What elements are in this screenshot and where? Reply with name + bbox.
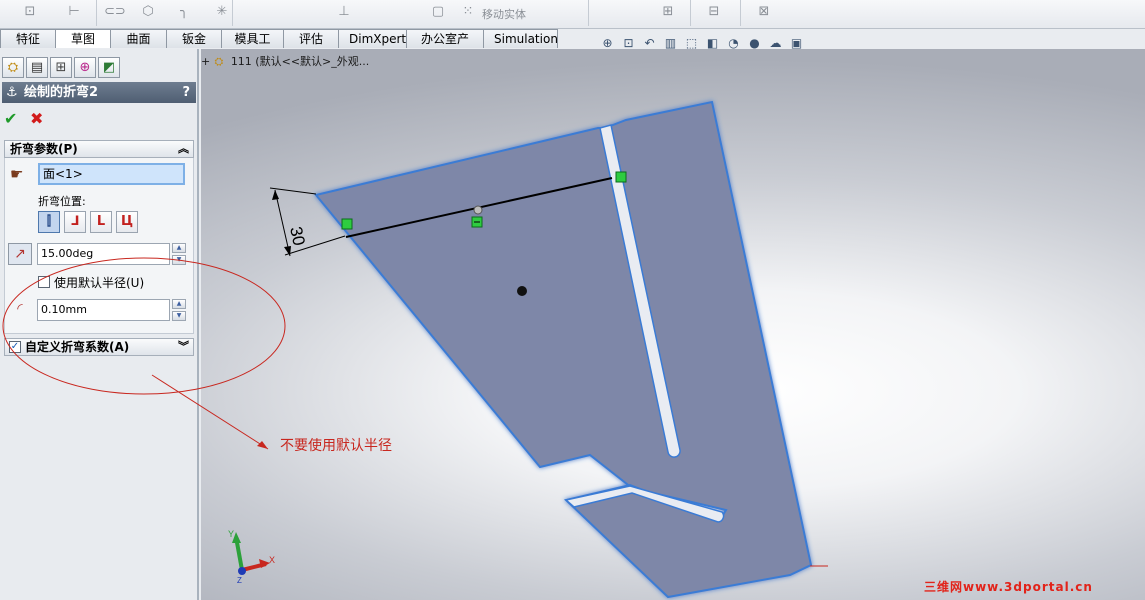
bend-line-endpoint[interactable] bbox=[615, 171, 627, 183]
midpoint-handle[interactable] bbox=[473, 205, 483, 215]
dim-arrow bbox=[272, 190, 279, 200]
reference-triad: Y X Z bbox=[228, 529, 275, 585]
extension-line bbox=[269, 187, 317, 195]
annotation-ellipse bbox=[2, 257, 286, 395]
z-axis-label: Z bbox=[237, 576, 242, 585]
bend-line-endpoint[interactable] bbox=[341, 218, 353, 230]
annotation-note: 不要使用默认半径 bbox=[280, 438, 392, 454]
watermark: 三维网www.3dportal.cn bbox=[924, 580, 1093, 594]
dimension-line bbox=[274, 189, 291, 257]
model-canvas: 30 Y X Z bbox=[2, 100, 828, 599]
sheet-metal-part[interactable] bbox=[314, 100, 813, 599]
dimension-value[interactable]: 30 bbox=[286, 225, 309, 247]
fixed-face-marker[interactable] bbox=[517, 286, 527, 296]
y-axis-label: Y bbox=[228, 529, 234, 539]
x-axis-label: X bbox=[269, 555, 275, 565]
